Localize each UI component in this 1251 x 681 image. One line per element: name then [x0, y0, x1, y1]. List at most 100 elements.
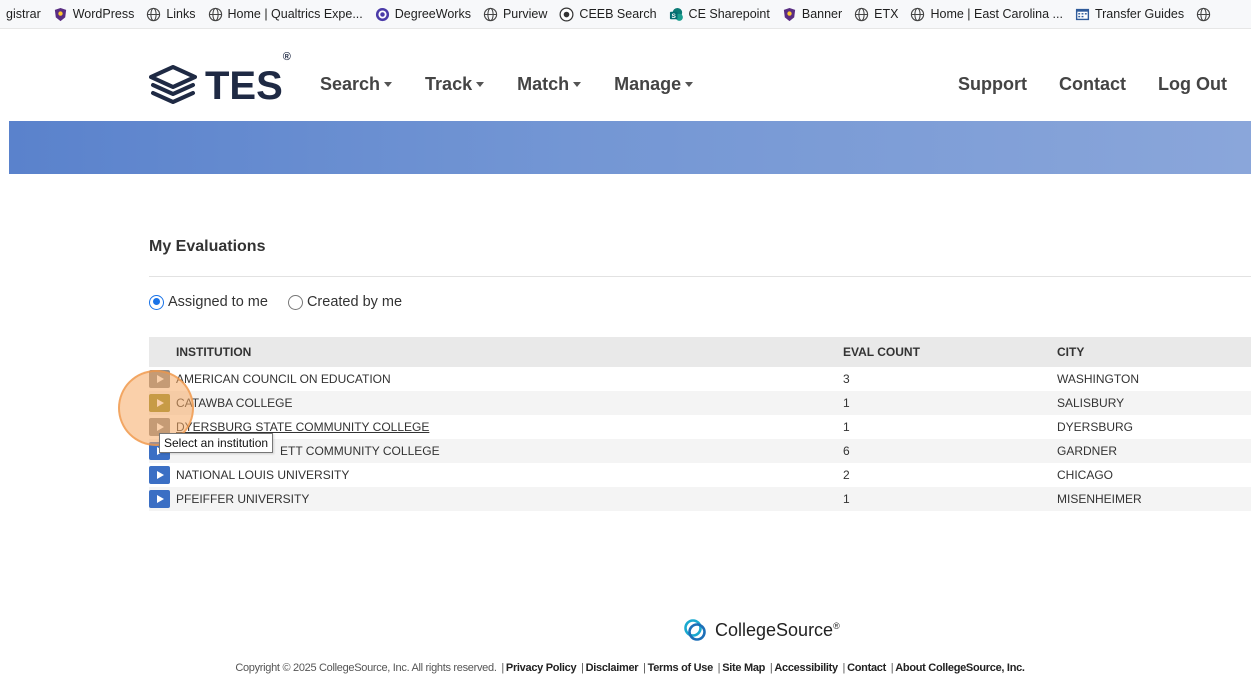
radio-assigned-to-me[interactable]: Assigned to me: [149, 294, 268, 310]
institution-cell: DYERSBURG STATE COMMUNITY COLLEGE: [176, 420, 430, 434]
select-institution-button[interactable]: [149, 490, 170, 508]
footer-link-accessibility[interactable]: Accessibility: [774, 662, 838, 674]
tes-logo[interactable]: TES®: [149, 52, 291, 107]
bookmark-purview[interactable]: Purview: [477, 0, 553, 28]
bookmark-east-carolina[interactable]: Home | East Carolina ...: [904, 0, 1068, 28]
globe-icon: [147, 7, 161, 21]
footer-link-contact[interactable]: Contact: [847, 662, 886, 674]
eval-count-cell: 1: [843, 420, 850, 434]
globe-icon: [855, 7, 869, 21]
bookmark-ce-sharepoint[interactable]: S CE Sharepoint: [663, 0, 776, 28]
column-header-eval-count[interactable]: EVAL COUNT: [843, 345, 1057, 359]
bookmark-label: Home | East Carolina ...: [930, 7, 1063, 21]
nav-manage[interactable]: Manage: [614, 74, 694, 95]
footer-link-disclaimer[interactable]: Disclaimer: [586, 662, 639, 674]
city-cell: MISENHEIMER: [1057, 492, 1142, 506]
select-institution-button[interactable]: [149, 370, 170, 388]
table-row[interactable]: PFEIFFER UNIVERSITY 1 MISENHEIMER: [149, 487, 1251, 511]
table-row[interactable]: ETT COMMUNITY COLLEGE 6 GARDNER: [149, 439, 1251, 463]
bookmark-wordpress[interactable]: WordPress: [47, 0, 141, 28]
divider: [149, 276, 1251, 277]
table-row[interactable]: NATIONAL LOUIS UNIVERSITY 2 CHICAGO: [149, 463, 1251, 487]
nav-label: Manage: [614, 74, 682, 94]
bookmark-label: Home | Qualtrics Expe...: [227, 7, 363, 21]
nav-log-out[interactable]: Log Out: [1158, 74, 1227, 95]
nav-contact[interactable]: Contact: [1059, 74, 1126, 95]
separator: |: [769, 662, 773, 674]
institution-cell: AMERICAN COUNCIL ON EDUCATION: [176, 372, 391, 386]
nav-label: Search: [320, 74, 381, 94]
row-action-cell: [149, 370, 176, 388]
bookmark-registrar[interactable]: gistrar: [0, 0, 47, 28]
page-title: My Evaluations: [149, 238, 266, 255]
hero-banner: [9, 121, 1251, 174]
bookmark-label: gistrar: [6, 7, 41, 21]
stacked-layers-icon: [149, 65, 197, 104]
bookmark-label: ETX: [874, 7, 899, 21]
city-cell: WASHINGTON: [1057, 372, 1140, 386]
bookmark-banner[interactable]: Banner: [776, 0, 848, 28]
copyright-text: Copyright © 2025 CollegeSource, Inc. All…: [235, 662, 497, 674]
nav-search[interactable]: Search: [320, 74, 393, 95]
institution-cell: CATAWBA COLLEGE: [176, 396, 293, 410]
table-header: INSTITUTION EVAL COUNT CITY: [149, 337, 1251, 367]
city-cell: DYERSBURG: [1057, 420, 1134, 434]
select-institution-button[interactable]: [149, 394, 170, 412]
brand-name: CollegeSource: [715, 619, 834, 640]
footer-link-terms-of-use[interactable]: Terms of Use: [648, 662, 714, 674]
collegesource-wordmark: CollegeSource®: [711, 620, 840, 641]
separator: |: [643, 662, 646, 674]
bookmark-label: CE Sharepoint: [688, 7, 770, 21]
collegesource-logo-icon: [684, 619, 706, 641]
collegesource-logo[interactable]: CollegeSource®: [683, 618, 840, 642]
separator: |: [717, 662, 721, 674]
footer-link-about[interactable]: About CollegeSource, Inc.: [895, 662, 1025, 674]
caret-down-icon: [476, 82, 485, 87]
bookmark-transfer-guides[interactable]: Transfer Guides: [1069, 0, 1190, 28]
city-cell: GARDNER: [1057, 444, 1118, 458]
bookmark-degreeworks[interactable]: DegreeWorks: [369, 0, 477, 28]
bookmark-ceeb-search[interactable]: CEEB Search: [553, 0, 662, 28]
main-nav: Search Track Match Manage: [320, 74, 726, 95]
separator: |: [842, 662, 846, 674]
bookmark-etx[interactable]: ETX: [848, 0, 904, 28]
nav-track[interactable]: Track: [425, 74, 485, 95]
column-header-institution[interactable]: INSTITUTION: [176, 345, 843, 359]
bookmark-overflow[interactable]: [1190, 0, 1222, 28]
nav-support[interactable]: Support: [958, 74, 1027, 95]
degreeworks-icon: [375, 7, 389, 21]
sharepoint-icon: S: [669, 7, 683, 21]
column-header-city[interactable]: CITY: [1057, 345, 1251, 359]
footer-copyright: Copyright © 2025 CollegeSource, Inc. All…: [9, 662, 1251, 674]
select-institution-button[interactable]: [149, 466, 170, 484]
radio-created-by-me[interactable]: Created by me: [287, 294, 402, 310]
footer-link-site-map[interactable]: Site Map: [722, 662, 765, 674]
city-cell: CHICAGO: [1057, 468, 1114, 482]
separator: |: [581, 662, 584, 674]
nav-match[interactable]: Match: [517, 74, 582, 95]
row-action-cell: [149, 394, 176, 412]
radio-selected-icon[interactable]: [149, 294, 164, 310]
table-row[interactable]: DYERSBURG STATE COMMUNITY COLLEGE 1 DYER…: [149, 415, 1251, 439]
bookmarks-bar: gistrar WordPress Links Home | Qualtrics…: [0, 0, 1251, 29]
footer-link-privacy-policy[interactable]: Privacy Policy: [506, 662, 577, 674]
city-cell: SALISBURY: [1057, 396, 1125, 410]
globe-icon: [208, 7, 222, 21]
logo-text: TES®: [205, 52, 291, 107]
radio-unselected-icon[interactable]: [287, 294, 303, 310]
institution-cell: ETT COMMUNITY COLLEGE: [176, 444, 843, 458]
eval-count-cell: 1: [843, 396, 850, 410]
separator: |: [890, 662, 894, 674]
bookmark-links[interactable]: Links: [140, 0, 201, 28]
table-row[interactable]: AMERICAN COUNCIL ON EDUCATION 3 WASHINGT…: [149, 367, 1251, 391]
globe-icon: [1196, 7, 1211, 21]
pirate-shield-icon: [783, 7, 795, 21]
eval-count-cell: 1: [843, 492, 850, 506]
table-row[interactable]: CATAWBA COLLEGE 1 SALISBURY: [149, 391, 1251, 415]
bookmark-qualtrics[interactable]: Home | Qualtrics Expe...: [202, 0, 369, 28]
row-action-cell: [149, 490, 176, 508]
bookmark-label: Links: [166, 7, 196, 21]
radio-label: Assigned to me: [168, 294, 268, 310]
bookmark-label: CEEB Search: [579, 7, 657, 21]
bookmark-label: Transfer Guides: [1094, 7, 1185, 21]
